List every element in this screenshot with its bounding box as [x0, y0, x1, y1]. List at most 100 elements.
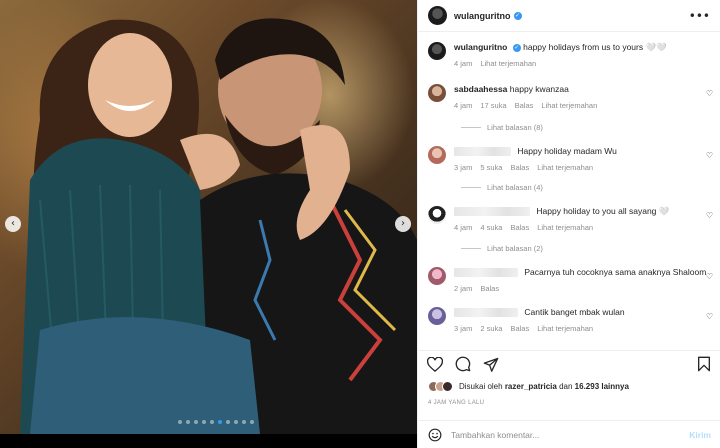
comment-likes[interactable]: 5 suka	[480, 163, 502, 172]
likes-prefix: Disukai oleh	[459, 382, 503, 391]
liker-avatars	[428, 381, 453, 392]
post-side-panel: wulanguritno ✓ ••• wulanguritno ✓ happy …	[417, 0, 720, 448]
divider	[461, 127, 481, 128]
bookmark-icon[interactable]	[695, 355, 713, 373]
comment-row: Happy holiday madam Wu 3 jam 5 suka Bala…	[428, 146, 711, 172]
post-username[interactable]: wulanguritno	[454, 11, 511, 21]
photo-illustration	[20, 18, 417, 434]
redacted-username	[454, 207, 530, 217]
caption-time[interactable]: 4 jam	[454, 59, 472, 68]
carousel-dot	[234, 420, 238, 424]
comment-likes[interactable]: 4 suka	[480, 223, 502, 232]
view-replies[interactable]: Lihat balasan (4)	[461, 183, 543, 192]
comment-time[interactable]: 4 jam	[454, 101, 472, 110]
view-replies-label: Lihat balasan (2)	[487, 244, 543, 253]
translate-link[interactable]: Lihat terjemahan	[537, 324, 593, 333]
comment-text: Happy holiday madam Wu	[517, 146, 617, 156]
caption-row: wulanguritno ✓ happy holidays from us to…	[428, 42, 711, 68]
comment-time[interactable]: 3 jam	[454, 324, 472, 333]
post-media: ‹ ›	[0, 0, 417, 448]
comment-likes[interactable]: 2 suka	[480, 324, 502, 333]
avatar[interactable]	[428, 84, 446, 102]
reply-button[interactable]: Balas	[515, 101, 534, 110]
carousel-dot	[202, 420, 206, 424]
comment-time[interactable]: 3 jam	[454, 163, 472, 172]
translate-link[interactable]: Lihat terjemahan	[480, 59, 536, 68]
comment-icon[interactable]	[454, 355, 472, 373]
carousel-dot	[218, 420, 222, 424]
redacted-username	[454, 268, 518, 278]
carousel-dot	[194, 420, 198, 424]
avatar[interactable]	[428, 206, 446, 224]
translate-link[interactable]: Lihat terjemahan	[537, 163, 593, 172]
post-button[interactable]: Kirim	[689, 430, 711, 440]
translate-link[interactable]: Lihat terjemahan	[537, 223, 593, 232]
avatar	[442, 381, 453, 392]
verified-icon: ✓	[512, 43, 521, 52]
avatar[interactable]	[428, 6, 447, 25]
heart-icon[interactable]	[426, 355, 444, 373]
comment-row: Pacarnya tuh cocoknya sama anaknya Shalo…	[428, 267, 711, 293]
translate-link[interactable]: Lihat terjemahan	[541, 101, 597, 110]
redacted-username	[454, 147, 511, 157]
comment-list: wulanguritno ✓ happy holidays from us to…	[418, 32, 720, 350]
comment-input[interactable]	[451, 429, 690, 440]
chevron-right-icon[interactable]: ›	[395, 216, 411, 232]
avatar[interactable]	[428, 146, 446, 164]
carousel-dot	[178, 420, 182, 424]
avatar[interactable]	[428, 42, 446, 60]
verified-icon: ✓	[513, 11, 522, 20]
likes-middle: dan	[559, 382, 573, 391]
comment-username[interactable]: sabdaahessa	[454, 84, 507, 94]
emoji-icon[interactable]	[428, 428, 442, 442]
reply-button[interactable]: Balas	[510, 324, 529, 333]
caption-username[interactable]: wulanguritno	[454, 42, 507, 52]
carousel-dot	[186, 420, 190, 424]
reply-button[interactable]: Balas	[510, 163, 529, 172]
chevron-left-icon[interactable]: ‹	[5, 216, 21, 232]
avatar[interactable]	[428, 267, 446, 285]
heart-icon[interactable]: ♡	[706, 312, 713, 321]
comment-text: Happy holiday to you all sayang 🤍	[536, 206, 670, 216]
likes-suffix[interactable]: lainnya	[601, 382, 629, 391]
post-photo	[0, 0, 417, 434]
comment-text: Cantik banget mbak wulan	[524, 307, 625, 317]
view-replies-label: Lihat balasan (4)	[487, 183, 543, 192]
comment-time[interactable]: 2 jam	[454, 284, 472, 293]
more-icon[interactable]: •••	[689, 9, 710, 23]
view-replies[interactable]: Lihat balasan (2)	[461, 244, 543, 253]
heart-icon[interactable]: ♡	[706, 151, 713, 160]
post-actions: Disukai oleh razer_patricia dan 16.293 l…	[418, 350, 720, 410]
comment-row: sabdaahessa happy kwanzaa 4 jam 17 suka …	[428, 84, 711, 110]
liker-username[interactable]: razer_patricia	[505, 382, 557, 391]
view-replies[interactable]: Lihat balasan (8)	[461, 123, 543, 132]
heart-icon[interactable]: ♡	[706, 211, 713, 220]
redacted-username	[454, 308, 518, 318]
comment-row: Cantik banget mbak wulan 3 jam 2 suka Ba…	[428, 307, 711, 333]
comment-text: Pacarnya tuh cocoknya sama anaknya Shalo…	[524, 267, 707, 277]
reply-button[interactable]: Balas	[510, 223, 529, 232]
avatar[interactable]	[428, 307, 446, 325]
comment-text: happy kwanzaa	[509, 84, 569, 94]
comment-row: Happy holiday to you all sayang 🤍 4 jam …	[428, 206, 711, 232]
reply-button[interactable]: Balas	[480, 284, 499, 293]
view-replies-label: Lihat balasan (8)	[487, 123, 543, 132]
divider	[461, 187, 481, 188]
heart-icon[interactable]: ♡	[706, 89, 713, 98]
caption-text: happy holidays from us to yours 🤍🤍	[523, 42, 667, 52]
carousel-dot	[250, 420, 254, 424]
comment-likes[interactable]: 17 suka	[480, 101, 506, 110]
share-icon[interactable]	[482, 355, 500, 373]
likes-summary: Disukai oleh razer_patricia dan 16.293 l…	[428, 381, 629, 392]
comment-time[interactable]: 4 jam	[454, 223, 472, 232]
likes-count[interactable]: 16.293	[575, 382, 599, 391]
divider	[461, 248, 481, 249]
carousel-dot	[242, 420, 246, 424]
carousel-dot	[226, 420, 230, 424]
carousel-dot	[210, 420, 214, 424]
post-header: wulanguritno ✓ •••	[418, 0, 720, 32]
post-timestamp[interactable]: 4 JAM YANG LALU	[428, 400, 484, 406]
heart-icon[interactable]: ♡	[706, 272, 713, 281]
carousel-indicator	[178, 420, 254, 424]
comment-composer: Kirim	[418, 420, 720, 448]
